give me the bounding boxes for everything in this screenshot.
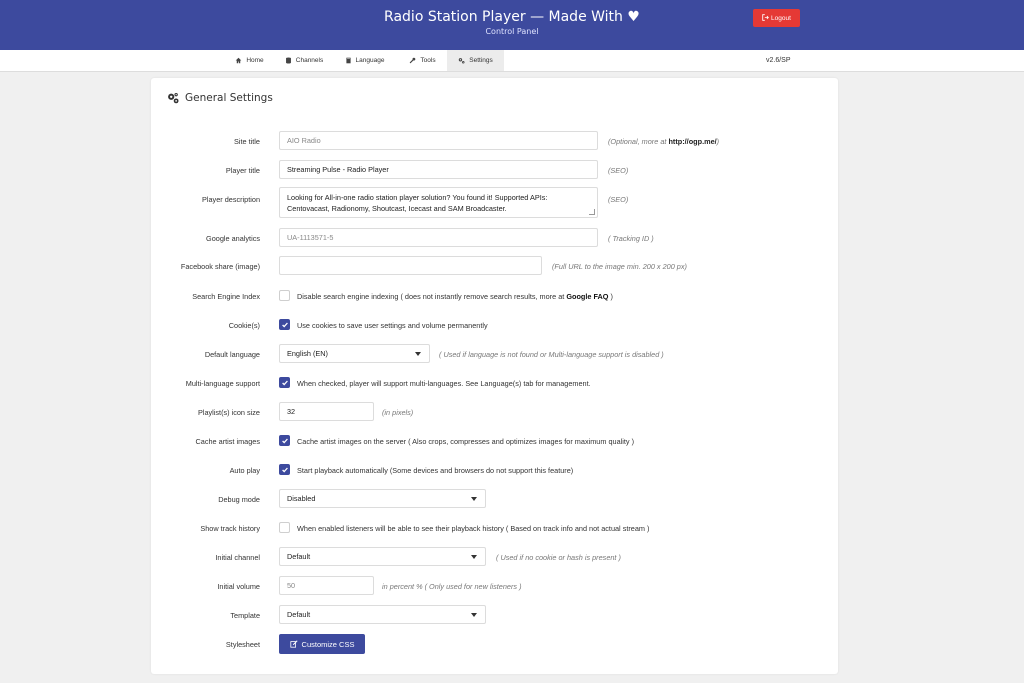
auto-play-label: Auto play <box>229 466 260 475</box>
site-title-hint: (Optional, more at http://ogp.me/) <box>608 137 720 146</box>
database-icon <box>285 57 291 64</box>
logout-button[interactable]: Logout <box>753 9 800 27</box>
resize-grip[interactable] <box>589 209 595 215</box>
facebook-share-input[interactable] <box>279 256 542 275</box>
caret-down-icon <box>471 497 477 501</box>
nav-channels-label: Channels <box>295 57 324 64</box>
cogs-icon <box>168 92 179 104</box>
player-description-hint: (SEO) <box>608 195 629 204</box>
facebook-share-hint: (Full URL to the image min. 200 x 200 px… <box>552 262 687 271</box>
version-label: v2.6/SP <box>766 57 791 64</box>
caret-down-icon <box>415 352 421 356</box>
nav-language-label: Language <box>355 57 385 64</box>
nav-tools[interactable]: Tools <box>401 50 444 71</box>
template-value: Default <box>287 610 311 619</box>
cogs-icon <box>459 58 465 64</box>
customize-css-label: Customize CSS <box>301 639 355 649</box>
default-language-select[interactable]: English (EN) <box>279 344 430 363</box>
default-language-label: Default language <box>204 350 260 359</box>
initial-channel-select[interactable]: Default <box>279 547 486 566</box>
cache-artist-images-text: Cache artist images on the server ( Also… <box>297 437 634 446</box>
initial-channel-value: Default <box>287 552 311 561</box>
playlist-icon-size-label: Playlist(s) icon size <box>197 408 260 417</box>
check-icon <box>282 322 288 328</box>
cookies-label: Cookie(s) <box>228 321 260 330</box>
debug-mode-value: Disabled <box>287 494 316 503</box>
stylesheet-label: Stylesheet <box>225 640 260 649</box>
check-icon <box>282 467 288 473</box>
initial-channel-hint: ( Used if no cookie or hash is present ) <box>496 553 621 562</box>
customize-css-button[interactable]: Customize CSS <box>279 634 365 654</box>
default-language-value: English (EN) <box>287 349 328 358</box>
caret-down-icon <box>471 613 477 617</box>
player-description-label: Player description <box>202 195 260 204</box>
check-icon <box>282 438 288 444</box>
nav-tools-label: Tools <box>420 57 436 64</box>
template-select[interactable]: Default <box>279 605 486 624</box>
settings-card: General Settings Site title AIO Radio (O… <box>151 78 838 674</box>
initial-volume-input[interactable]: 50 <box>279 576 374 595</box>
nav-settings[interactable]: Settings <box>447 50 504 71</box>
show-track-history-text: When enabled listeners will be able to s… <box>297 524 650 533</box>
google-faq-link[interactable]: Google FAQ <box>566 292 608 301</box>
cache-artist-images-checkbox[interactable] <box>279 435 290 446</box>
site-title-label: Site title <box>234 137 260 146</box>
cache-artist-images-label: Cache artist images <box>195 437 260 446</box>
google-analytics-input[interactable]: UA-1113571-5 <box>279 228 598 247</box>
facebook-share-label: Facebook share (image) <box>180 262 260 271</box>
template-label: Template <box>230 611 260 620</box>
player-title-hint: (SEO) <box>608 166 629 175</box>
player-title-input[interactable]: Streaming Pulse - Radio Player <box>279 160 598 179</box>
debug-mode-label: Debug mode <box>218 495 260 504</box>
initial-channel-label: Initial channel <box>215 553 260 562</box>
player-description-value: Looking for All-in-one radio station pla… <box>287 193 548 213</box>
site-title-input[interactable]: AIO Radio <box>279 131 598 150</box>
home-icon <box>236 57 242 64</box>
initial-volume-hint: in percent % ( Only used for new listene… <box>382 582 522 591</box>
edit-icon <box>289 640 298 648</box>
settings-title: General Settings <box>185 92 273 104</box>
wrench-icon <box>410 57 416 64</box>
ogp-link[interactable]: http://ogp.me/ <box>668 137 716 146</box>
card-title: General Settings <box>167 92 273 104</box>
auto-play-text: Start playback automatically (Some devic… <box>297 466 574 475</box>
nav-home-label: Home <box>246 57 264 64</box>
debug-mode-select[interactable]: Disabled <box>279 489 486 508</box>
search-engine-index-text: Disable search engine indexing ( does no… <box>297 292 613 301</box>
app-title: Radio Station Player — Made With ♥ <box>384 9 640 25</box>
check-icon <box>282 380 288 386</box>
nav-language[interactable]: Language <box>337 50 392 71</box>
multi-language-checkbox[interactable] <box>279 377 290 388</box>
app-subtitle: Control Panel <box>485 27 539 36</box>
show-track-history-label: Show track history <box>200 524 260 533</box>
sign-out-icon <box>762 13 769 23</box>
app-header: Radio Station Player — Made With ♥ Contr… <box>0 0 1024 50</box>
google-analytics-hint: ( Tracking ID ) <box>608 234 654 243</box>
cookies-text: Use cookies to save user settings and vo… <box>297 321 488 330</box>
multi-language-text: When checked, player will support multi-… <box>297 379 591 388</box>
search-engine-index-checkbox[interactable] <box>279 290 290 301</box>
playlist-icon-size-hint: (in pixels) <box>382 408 414 417</box>
show-track-history-checkbox[interactable] <box>279 522 290 533</box>
player-description-textarea[interactable]: Looking for All-in-one radio station pla… <box>279 187 598 218</box>
player-title-label: Player title <box>225 166 260 175</box>
default-language-hint: ( Used if language is not found or Multi… <box>439 350 664 359</box>
multi-language-label: Multi-language support <box>185 379 260 388</box>
playlist-icon-size-input[interactable]: 32 <box>279 402 374 421</box>
nav-home[interactable]: Home <box>228 50 271 71</box>
google-analytics-label: Google analytics <box>206 234 260 243</box>
cookies-checkbox[interactable] <box>279 319 290 330</box>
book-icon <box>345 57 351 64</box>
nav-settings-label: Settings <box>469 57 493 64</box>
search-engine-index-label: Search Engine Index <box>192 292 260 301</box>
main-nav: Home Channels Language Tools Settings v2… <box>0 50 1024 72</box>
auto-play-checkbox[interactable] <box>279 464 290 475</box>
caret-down-icon <box>471 555 477 559</box>
logout-label: Logout <box>771 14 791 22</box>
nav-channels[interactable]: Channels <box>278 50 330 71</box>
initial-volume-label: Initial volume <box>217 582 260 591</box>
